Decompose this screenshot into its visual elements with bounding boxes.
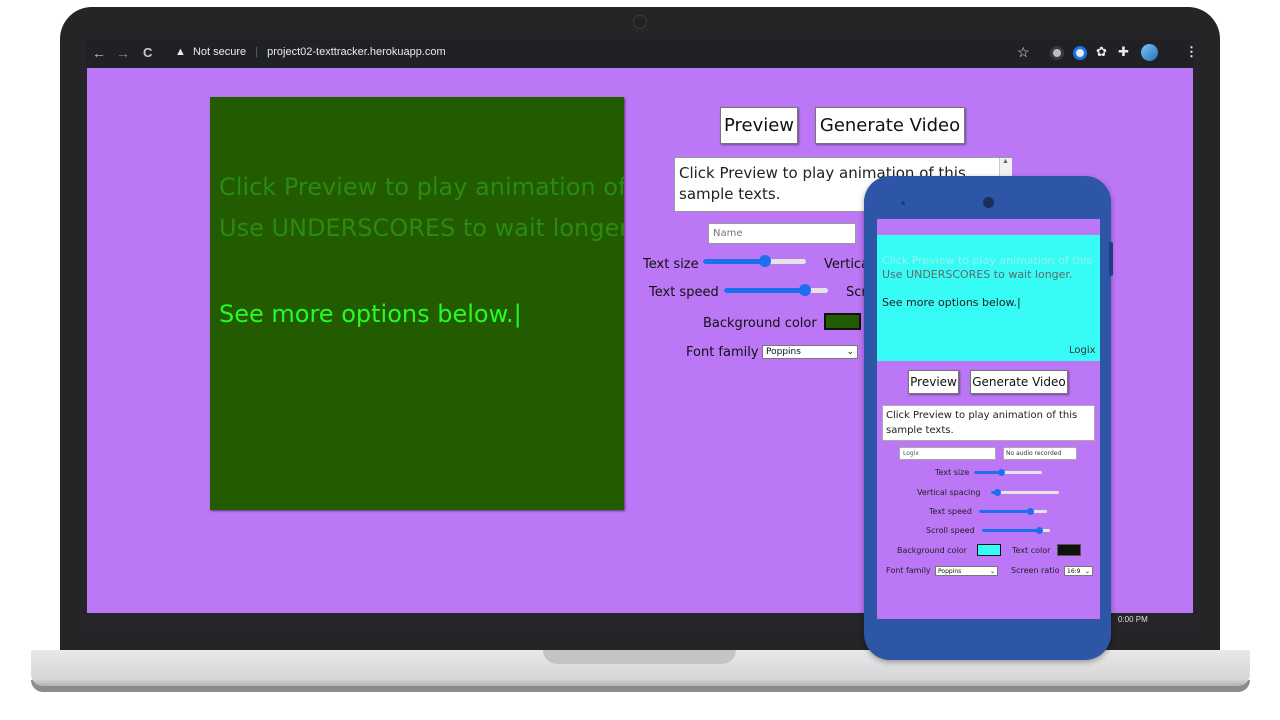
extension-icon[interactable] [1073, 46, 1087, 60]
text-speed-label: Text speed [929, 507, 972, 516]
font-family-label: Font family [686, 345, 759, 360]
slider-fill [979, 510, 1030, 513]
generate-video-button[interactable]: Generate Video [970, 370, 1068, 394]
chevron-down-icon: ⌄ [989, 567, 995, 575]
audio-status-field[interactable]: No audio recorded [1003, 447, 1077, 460]
profile-icon[interactable] [1141, 44, 1158, 61]
security-label: Not secure [192, 46, 247, 58]
screen-ratio-value: 16:9 [1067, 567, 1081, 575]
canvas-line: See more options below.| [219, 300, 522, 328]
screen-ratio-label: Screen ratio [1011, 566, 1060, 575]
slider-fill [703, 259, 765, 264]
laptop-notch [543, 650, 736, 664]
slider-thumb[interactable] [799, 284, 812, 296]
slider-fill [982, 529, 1040, 532]
url-text: project02-texttracker.herokuapp.com [267, 46, 446, 58]
generate-video-button[interactable]: Generate Video [815, 107, 965, 144]
text-color-picker[interactable] [1057, 544, 1081, 556]
name-input[interactable] [708, 223, 856, 244]
address-separator: | [255, 46, 259, 58]
star-icon[interactable]: ☆ [1017, 44, 1030, 61]
font-family-select[interactable]: Poppins ⌄ [762, 345, 858, 359]
canvas-line: See more options below.| [882, 296, 1021, 309]
puzzle-icon[interactable]: ✚ [1118, 44, 1129, 60]
canvas-line: Use UNDERSCORES to wait longer. [219, 214, 624, 242]
forward-arrow-icon[interactable]: → [116, 45, 130, 61]
vertical-spacing-slider[interactable] [991, 489, 1059, 496]
warning-icon: ▲ [175, 46, 186, 58]
slider-thumb[interactable] [758, 255, 771, 267]
font-family-value: Poppins [766, 347, 801, 357]
chevron-down-icon: ⌄ [1084, 567, 1090, 575]
extension-icon[interactable]: ✿ [1096, 44, 1107, 60]
name-input[interactable]: Logix [899, 447, 996, 460]
preview-button[interactable]: Preview [908, 370, 959, 394]
text-size-label: Text size [643, 257, 699, 272]
menu-icon[interactable]: ⋮ [1185, 44, 1198, 60]
text-speed-label: Text speed [649, 285, 719, 300]
screen-ratio-select[interactable]: 16:9 ⌄ [1064, 566, 1093, 576]
font-family-select[interactable]: Poppins ⌄ [935, 566, 998, 576]
font-family-value: Poppins [938, 567, 962, 575]
canvas-watermark: Logix [1069, 345, 1096, 356]
background-color-label: Background color [703, 316, 817, 331]
scroll-speed-slider[interactable] [982, 527, 1050, 534]
preview-button[interactable]: Preview [720, 107, 798, 144]
background-color-picker[interactable] [824, 313, 861, 330]
canvas-line: Click Preview to play animation of this [882, 254, 1093, 267]
reload-icon[interactable]: C [143, 45, 152, 60]
phone-camera-icon [983, 197, 994, 208]
phone-side-button [1109, 242, 1113, 276]
address-bar[interactable]: ▲ Not secure | project02-texttracker.her… [175, 46, 446, 58]
text-size-label: Text size [935, 468, 970, 477]
chevron-down-icon: ⌄ [846, 347, 854, 357]
text-color-label: Text color [1012, 546, 1051, 555]
canvas-line: Use UNDERSCORES to wait longer. [882, 268, 1073, 281]
canvas-line: Click Preview to play animation of this [219, 173, 624, 201]
background-color-label: Background color [897, 546, 967, 555]
slider-thumb[interactable] [997, 469, 1005, 476]
font-family-label: Font family [886, 566, 931, 575]
text-size-slider[interactable] [974, 469, 1042, 476]
text-speed-slider[interactable] [724, 284, 828, 296]
scroll-speed-label: Scroll speed [926, 526, 975, 535]
webcam-icon [633, 15, 647, 29]
scroll-up-icon[interactable]: ▲ [1002, 158, 1009, 165]
background-color-picker[interactable] [977, 544, 1001, 556]
slider-thumb[interactable] [1026, 508, 1034, 515]
text-speed-slider[interactable] [979, 508, 1047, 515]
animation-canvas: Click Preview to play animation of this … [210, 97, 624, 510]
text-input-area[interactable]: Click Preview to play animation of this … [882, 405, 1095, 441]
back-arrow-icon[interactable]: ← [92, 45, 106, 61]
phone-sensor [901, 201, 905, 205]
text-size-slider[interactable] [703, 255, 806, 267]
extension-icon[interactable] [1050, 46, 1064, 60]
vertical-spacing-label: Vertical spacing [917, 488, 981, 497]
phone-animation-canvas: Click Preview to play animation of this … [877, 235, 1100, 361]
taskbar-clock: 0:00 PM [1118, 615, 1148, 624]
slider-fill [724, 288, 806, 293]
